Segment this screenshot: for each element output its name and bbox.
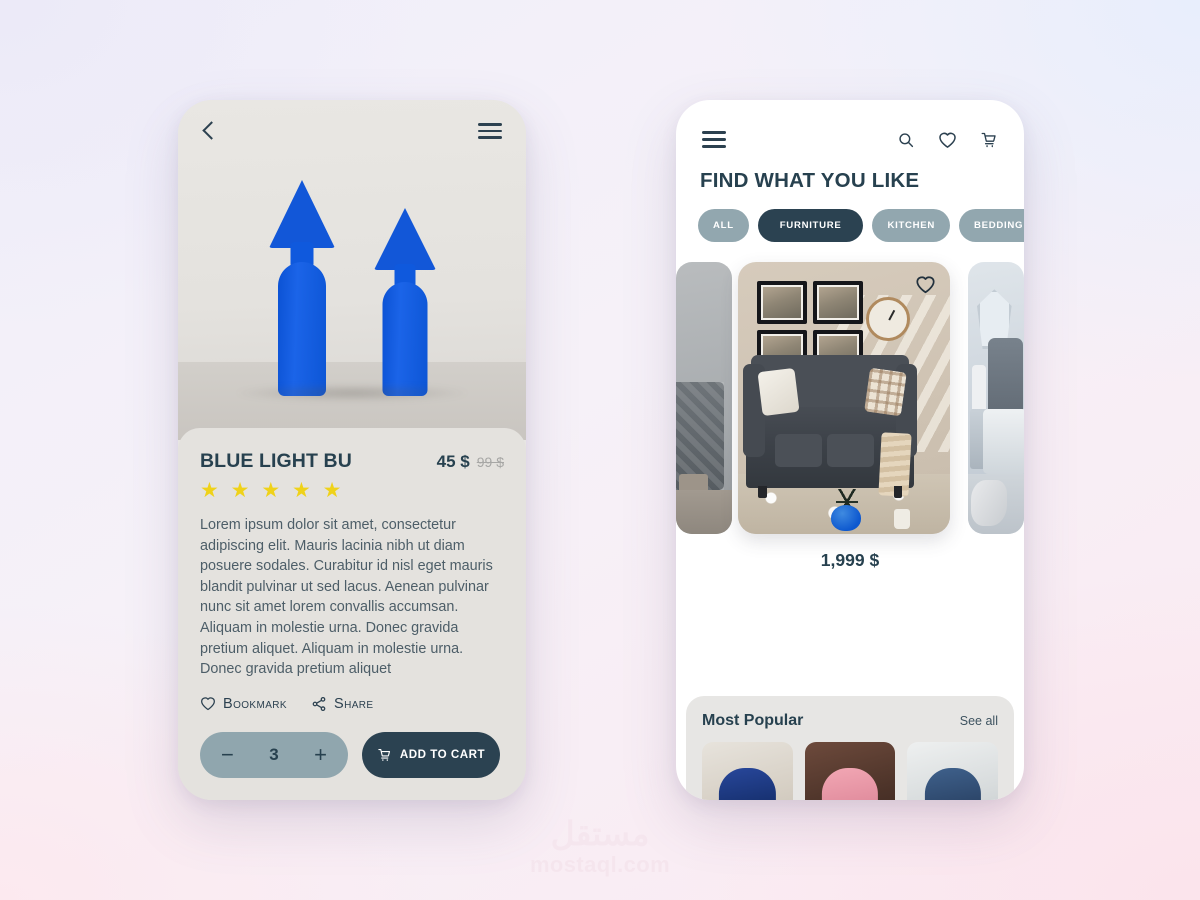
chip-furniture[interactable]: FURNITURE — [757, 209, 864, 242]
pink-armchair-image — [804, 742, 896, 800]
product-header: BLUE LIGHT BU 45 $ 99 $ — [200, 450, 504, 473]
chip-bedding-bath[interactable]: BEDDING & BATH — [959, 209, 1024, 242]
phone-browse: FIND WHAT YOU LIKE ALL FURNITURE KITCHEN… — [676, 100, 1024, 800]
watermark-arabic: مستقل — [550, 815, 650, 852]
carousel-active-price: 1,999 $ — [820, 550, 880, 570]
popular-item[interactable]: 999 $ — [804, 742, 896, 800]
wishlist-button[interactable] — [936, 129, 959, 151]
browse-top-actions — [895, 128, 1000, 151]
shopping-cart-icon — [981, 132, 996, 148]
carousel-card-active[interactable] — [738, 262, 950, 534]
add-to-cart-button[interactable]: ADD TO CART — [362, 731, 500, 778]
watermark-latin: mostaql.com — [529, 852, 671, 877]
lamp-shadow — [236, 384, 468, 402]
detail-topbar — [178, 100, 526, 162]
rating-stars: ★ ★ ★ ★ ★ — [200, 479, 345, 502]
living-room-sofa-image — [738, 262, 950, 534]
back-button[interactable] — [200, 118, 217, 144]
bedroom-interior-image — [676, 262, 732, 534]
quantity-stepper[interactable]: − 3 + — [200, 731, 348, 778]
popular-item[interactable]: 999 $ — [907, 742, 999, 800]
product-hero-image — [178, 100, 526, 440]
chevron-left-icon — [202, 120, 215, 142]
bedroom-upholstered-bed-image — [968, 262, 1024, 534]
navy-armchair-image — [702, 742, 793, 800]
bookmark-button[interactable]: Bookmark — [200, 696, 287, 712]
favorite-button[interactable] — [915, 275, 936, 297]
quantity-increment-button[interactable]: + — [312, 743, 329, 766]
share-button[interactable]: Share — [311, 696, 373, 712]
chip-all[interactable]: ALL — [698, 209, 749, 242]
category-chip-row: ALL FURNITURE KITCHEN BEDDING & BATH — [676, 193, 1024, 242]
most-popular-header: Most Popular See all — [702, 712, 998, 730]
popular-item[interactable]: 999 $ — [702, 742, 793, 800]
hamburger-menu-icon — [702, 131, 726, 148]
bookmark-label: Bookmark — [223, 695, 287, 712]
popular-thumb-row: 999 $ 999 $ — [702, 742, 999, 800]
chip-kitchen[interactable]: KITCHEN — [872, 209, 951, 242]
watermark: مستقل mostaql.com — [0, 817, 1200, 878]
quantity-value: 3 — [269, 744, 279, 764]
shopping-cart-icon — [378, 749, 390, 762]
original-price: 99 $ — [476, 454, 504, 470]
add-to-cart-label: ADD TO CART — [399, 748, 486, 762]
share-label: Share — [334, 695, 374, 712]
carousel-card-next[interactable] — [968, 262, 1024, 534]
phone-product-detail: BLUE LIGHT BU 45 $ 99 $ ★ ★ ★ ★ ★ Lorem … — [178, 100, 526, 800]
product-info-sheet: BLUE LIGHT BU 45 $ 99 $ ★ ★ ★ ★ ★ Lorem … — [178, 428, 526, 800]
page-title: FIND WHAT YOU LIKE — [700, 169, 920, 192]
most-popular-title: Most Popular — [702, 712, 804, 729]
quantity-decrement-button[interactable]: − — [219, 743, 236, 766]
menu-button[interactable] — [476, 121, 504, 141]
heart-icon — [916, 276, 935, 294]
hamburger-menu-icon — [478, 122, 502, 140]
lamp-right — [350, 174, 460, 396]
search-icon — [899, 132, 914, 147]
lamp-left — [242, 144, 362, 396]
share-icon — [312, 696, 326, 711]
product-meta-actions: Bookmark Share — [200, 696, 504, 712]
carousel-card-previous[interactable] — [676, 262, 732, 534]
current-price: 45 $ — [436, 452, 470, 471]
mockup-stage: BLUE LIGHT BU 45 $ 99 $ ★ ★ ★ ★ ★ Lorem … — [0, 0, 1200, 900]
blue-gray-armchair-image — [907, 742, 999, 800]
most-popular-panel: Most Popular See all 999 $ — [686, 696, 1014, 800]
price-block: 45 $ 99 $ — [437, 452, 504, 472]
product-carousel — [676, 262, 1024, 534]
heart-icon — [939, 132, 956, 148]
search-button[interactable] — [895, 129, 917, 151]
product-description: Lorem ipsum dolor sit amet, consectetur … — [200, 517, 493, 678]
see-all-button[interactable]: See all — [960, 714, 998, 728]
heart-icon — [201, 697, 215, 711]
product-title: BLUE LIGHT BU — [200, 450, 352, 472]
detail-action-bar: − 3 + ADD TO CART — [200, 731, 504, 778]
browse-menu-button[interactable] — [700, 129, 728, 149]
browse-topbar — [676, 100, 1024, 151]
cart-button[interactable] — [978, 128, 1000, 151]
